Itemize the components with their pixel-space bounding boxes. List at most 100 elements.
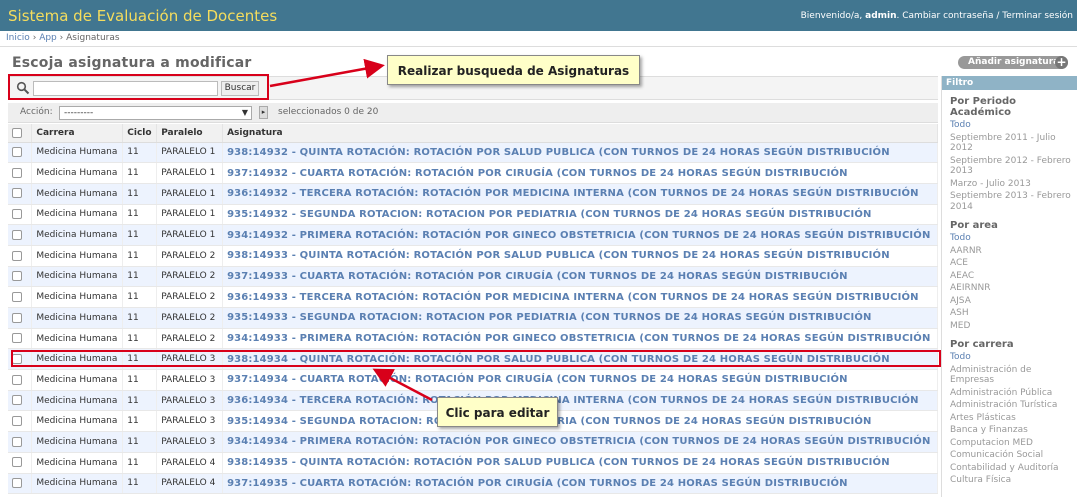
row-select-cell [8, 390, 33, 412]
row-checkbox[interactable] [12, 374, 22, 385]
row-select-cell [8, 307, 33, 329]
filter-sidebar: Filtro Por Periodo Académico Todo Septiemb… [941, 76, 1077, 497]
row-select-cell [8, 162, 33, 184]
filter-option[interactable]: AARNR [950, 246, 1077, 257]
row-checkbox[interactable] [12, 167, 22, 178]
asignatura-link[interactable]: 937:14932 - CUARTA ROTACIÓN: ROTACIÓN PO… [227, 168, 848, 179]
filter-option[interactable]: Septiembre 2011 - Julio 2012 [950, 133, 1077, 154]
filter-option[interactable]: Cultura Física [950, 475, 1077, 486]
table-row[interactable]: Medicina Humana 11 PARALELO 2 936:14933 - T… [8, 286, 938, 308]
filter-option[interactable]: Todo [950, 352, 1077, 363]
filter-option[interactable]: ASH [950, 308, 1077, 319]
asignatura-link[interactable]: 936:14932 - TERCERA ROTACIÓN: ROTACIÓN P… [227, 188, 919, 199]
filter-option[interactable]: ACE [950, 258, 1077, 269]
row-checkbox[interactable] [12, 395, 22, 406]
column-header-ciclo[interactable]: Ciclo [122, 124, 158, 143]
header: Sistema de Evaluación de Docentes Bienve… [0, 0, 1077, 31]
filter-option[interactable]: Todo [950, 120, 1077, 131]
filter-option[interactable]: Septiembre 2013 - Febrero 2014 [950, 191, 1077, 212]
column-header-paralelo[interactable]: Paralelo [156, 124, 224, 143]
table-row[interactable]: Medicina Humana 11 PARALELO 1 937:14932 - C… [8, 162, 938, 184]
logout-link[interactable]: Terminar sesión [1002, 11, 1073, 21]
site-brand[interactable]: Sistema de Evaluación de Docentes [8, 7, 277, 25]
asignatura-link[interactable]: 938:14932 - QUINTA ROTACIÓN: ROTACIÓN PO… [227, 147, 890, 158]
row-checkbox[interactable] [12, 478, 22, 489]
action-select[interactable]: --------- ▼ [59, 106, 252, 120]
breadcrumb-home[interactable]: Inicio [6, 33, 30, 43]
filter-option[interactable]: Septiembre 2012 - Febrero 2013 [950, 156, 1077, 177]
ciclo-cell: 11 [122, 162, 158, 184]
filter-option[interactable]: Administración de Empresas [950, 365, 1077, 386]
asignatura-link[interactable]: 937:14933 - CUARTA ROTACIÓN: ROTACIÓN PO… [227, 271, 848, 282]
filter-option[interactable]: Computacion MED [950, 438, 1077, 449]
row-checkbox[interactable] [12, 457, 22, 468]
row-checkbox[interactable] [12, 436, 22, 447]
column-header-asignatura[interactable]: Asignatura [222, 124, 938, 143]
filter-option[interactable]: AEAC [950, 271, 1077, 282]
row-checkbox[interactable] [12, 229, 22, 240]
filter-option[interactable]: Administración Pública [950, 388, 1077, 399]
table-row[interactable]: Medicina Humana 11 PARALELO 2 934:14933 - P… [8, 328, 938, 350]
carrera-cell: Medicina Humana [31, 328, 124, 350]
table-row[interactable]: Medicina Humana 11 PARALELO 2 937:14933 - C… [8, 266, 938, 288]
table-row[interactable]: Medicina Humana 11 PARALELO 1 936:14932 - T… [8, 183, 938, 205]
table-row[interactable]: Medicina Humana 11 PARALELO 2 935:14933 - S… [8, 307, 938, 329]
filter-option[interactable]: Marzo - Julio 2013 [950, 179, 1077, 190]
row-checkbox[interactable] [12, 333, 22, 344]
table-row[interactable]: Medicina Humana 11 PARALELO 3 937:14934 - C… [8, 369, 938, 391]
filter-option[interactable]: Administración Turística [950, 400, 1077, 411]
column-header-carrera[interactable]: Carrera [31, 124, 124, 143]
username: admin [865, 11, 897, 21]
filter-group-heading: Por carrera [950, 339, 1014, 350]
asignatura-link[interactable]: 937:14935 - CUARTA ROTACIÓN: ROTACIÓN PO… [227, 478, 848, 489]
carrera-cell: Medicina Humana [31, 162, 124, 184]
asignatura-cell: 936:14934 - TERCERA ROTACIÓN: ROTACIÓN P… [222, 390, 938, 412]
row-checkbox[interactable] [12, 291, 22, 302]
add-asignatura-button[interactable]: Añadir asignatura + [958, 56, 1068, 69]
go-button[interactable]: ▸ [259, 106, 268, 119]
asignatura-link[interactable]: 938:14935 - QUINTA ROTACIÓN: ROTACIÓN PO… [227, 457, 890, 468]
asignatura-link[interactable]: 934:14934 - PRIMERA ROTACIÓN: ROTACIÓN P… [227, 436, 930, 447]
filter-option[interactable]: Todo [950, 233, 1077, 244]
filter-option[interactable]: Comunicación Social [950, 450, 1077, 461]
filter-option[interactable]: Artes Plásticas [950, 413, 1077, 424]
filter-option[interactable]: AEIRNNR [950, 283, 1077, 294]
asignatura-link[interactable]: 936:14934 - TERCERA ROTACIÓN: ROTACIÓN P… [227, 395, 919, 406]
carrera-cell: Medicina Humana [31, 204, 124, 226]
row-checkbox[interactable] [12, 250, 22, 261]
table-row[interactable]: Medicina Humana 11 PARALELO 1 938:14932 - Q… [8, 142, 938, 164]
table-row[interactable]: Medicina Humana 11 PARALELO 2 938:14933 - Q… [8, 245, 938, 267]
asignatura-link[interactable]: 938:14933 - QUINTA ROTACIÓN: ROTACIÓN PO… [227, 250, 890, 261]
table-row[interactable]: Medicina Humana 11 PARALELO 4 938:14935 - Q… [8, 452, 938, 474]
row-checkbox[interactable] [12, 312, 22, 323]
asignatura-cell: 935:14934 - SEGUNDA ROTACION: ROTACION P… [222, 410, 938, 433]
change-password-link[interactable]: Cambiar contraseña [902, 11, 993, 21]
filter-option[interactable]: MED [950, 321, 1077, 332]
asignatura-link[interactable]: 936:14933 - TERCERA ROTACIÓN: ROTACIÓN P… [227, 292, 919, 303]
filter-option[interactable]: Contabilidad y Auditoría [950, 463, 1077, 474]
paralelo-cell: PARALELO 1 [156, 183, 224, 205]
asignatura-link[interactable]: 934:14933 - PRIMERA ROTACIÓN: ROTACIÓN P… [227, 333, 930, 344]
table-row[interactable]: Medicina Humana 11 PARALELO 1 935:14932 - S… [8, 204, 938, 226]
asignatura-link[interactable]: 937:14934 - CUARTA ROTACIÓN: ROTACIÓN PO… [227, 374, 848, 385]
asignatura-link[interactable]: 934:14932 - PRIMERA ROTACIÓN: ROTACIÓN P… [227, 230, 930, 241]
row-checkbox[interactable] [12, 188, 22, 199]
table-row[interactable]: Medicina Humana 11 PARALELO 1 934:14932 - P… [8, 224, 938, 246]
row-checkbox[interactable] [12, 271, 22, 282]
select-all-checkbox[interactable] [12, 127, 22, 138]
row-checkbox[interactable] [12, 147, 22, 158]
filter-option[interactable]: Banca y Finanzas [950, 425, 1077, 436]
row-checkbox[interactable] [12, 416, 22, 427]
asignatura-link[interactable]: 935:14932 - SEGUNDA ROTACION: ROTACION P… [227, 209, 872, 220]
table-row[interactable]: Medicina Humana 11 PARALELO 3 934:14934 - P… [8, 431, 938, 453]
user-tools-separator: / [996, 11, 1000, 21]
breadcrumb-app[interactable]: App [39, 33, 57, 43]
row-checkbox[interactable] [12, 209, 22, 220]
actions-bar: Acción: --------- ▼ ▸ seleccionados 0 de… [8, 103, 938, 123]
asignatura-link[interactable]: 935:14933 - SEGUNDA ROTACION: ROTACION P… [227, 312, 872, 323]
add-button-label: Añadir asignatura [968, 57, 1060, 67]
table-row[interactable]: Medicina Humana 11 PARALELO 4 937:14935 - C… [8, 473, 938, 495]
filter-option[interactable]: AJSA [950, 296, 1077, 307]
paralelo-cell: PARALELO 2 [156, 328, 224, 350]
asignatura-cell: 935:14933 - SEGUNDA ROTACION: ROTACION P… [222, 307, 938, 329]
